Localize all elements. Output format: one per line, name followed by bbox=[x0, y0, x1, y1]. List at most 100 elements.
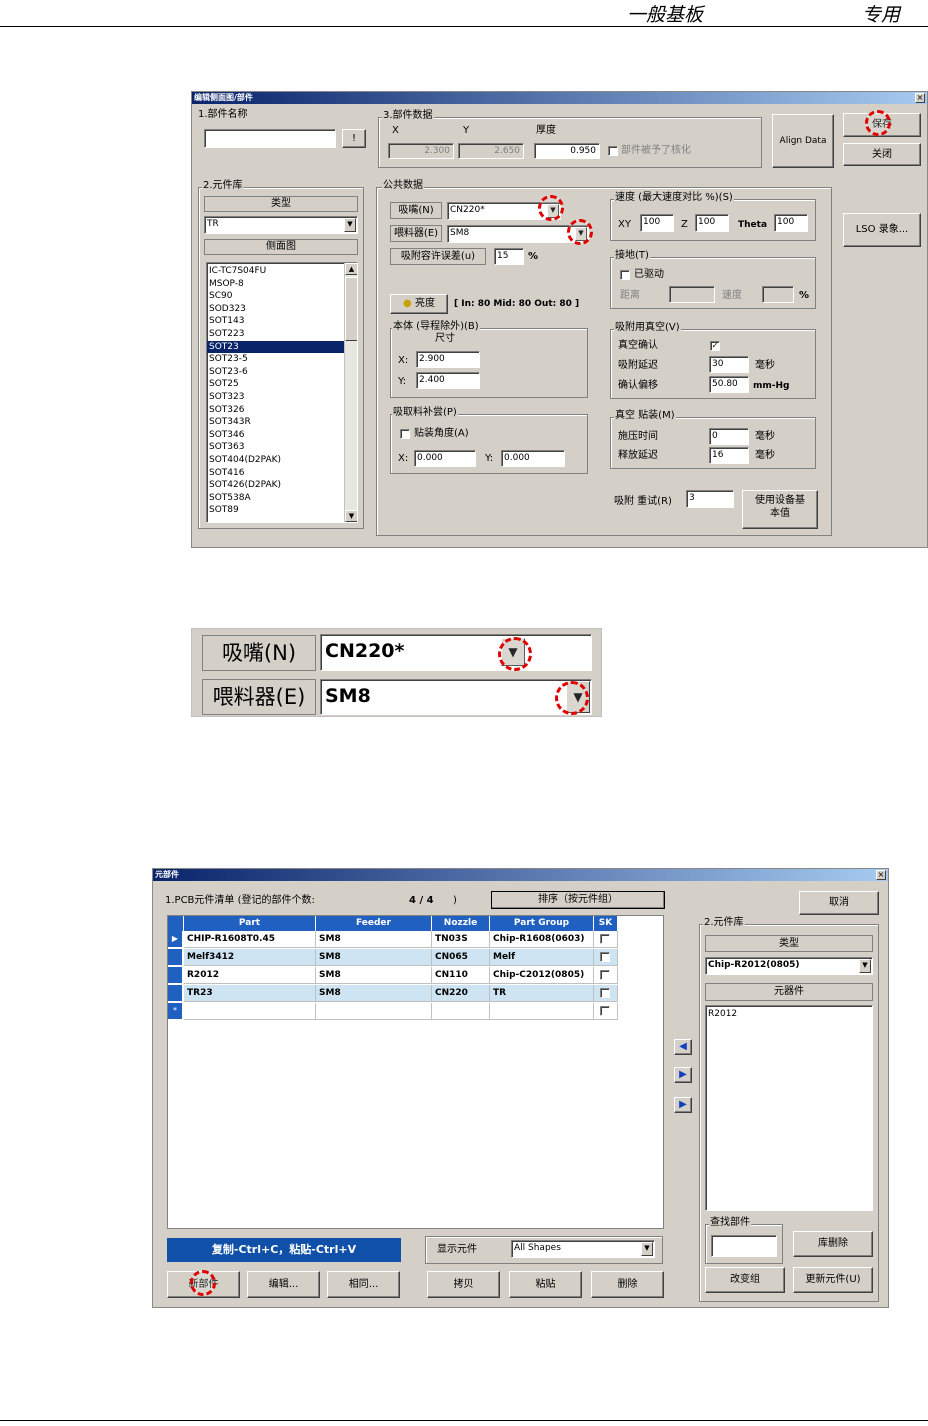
scroll-thumb[interactable] bbox=[345, 277, 357, 341]
angle-checkbox[interactable] bbox=[400, 429, 410, 439]
thickness-input[interactable]: 0.950 bbox=[534, 143, 600, 159]
light-button[interactable]: ● 亮度 bbox=[390, 294, 448, 314]
find-input[interactable] bbox=[711, 1235, 777, 1257]
edit-button[interactable]: 编辑... bbox=[247, 1271, 320, 1298]
col-part-group[interactable]: Part Group bbox=[490, 916, 594, 931]
chevron-down-icon[interactable]: ▼ bbox=[344, 218, 356, 232]
press-time-input[interactable]: 0 bbox=[709, 428, 749, 445]
table-cell[interactable]: TR bbox=[490, 985, 594, 1002]
table-cell[interactable] bbox=[184, 1003, 316, 1020]
table-row[interactable]: TR23 SM8 CN220 TR bbox=[168, 985, 618, 1002]
sk-cell[interactable] bbox=[594, 931, 618, 948]
table-cell[interactable]: SM8 bbox=[316, 967, 432, 984]
distance-input[interactable] bbox=[669, 286, 715, 303]
list-item[interactable]: SOT416 bbox=[207, 467, 357, 480]
table-cell[interactable]: R2012 bbox=[184, 967, 316, 984]
table-cell[interactable] bbox=[316, 1003, 432, 1020]
retry-input[interactable]: 3 bbox=[686, 490, 734, 508]
list-item[interactable]: SOT323 bbox=[207, 391, 357, 404]
table-cell[interactable]: TR23 bbox=[184, 985, 316, 1002]
part-name-button[interactable]: ! bbox=[342, 129, 366, 148]
change-group-button[interactable]: 改变组 bbox=[705, 1267, 785, 1293]
list-scrollbar[interactable]: ▲ ▼ bbox=[344, 263, 357, 522]
paste-button[interactable]: 粘贴 bbox=[509, 1271, 582, 1298]
speed-theta-input[interactable]: 100 bbox=[774, 214, 808, 232]
part-name-input[interactable] bbox=[204, 129, 336, 148]
table-row[interactable]: Melf3412 SM8 CN065 Melf bbox=[168, 949, 618, 966]
speed-z-input[interactable]: 100 bbox=[695, 214, 729, 232]
library-type-select[interactable]: TR ▼ bbox=[204, 216, 358, 234]
list-item[interactable]: SOT346 bbox=[207, 429, 357, 442]
arrow-right-icon[interactable]: ▶ bbox=[674, 1067, 692, 1083]
sk-checkbox[interactable] bbox=[600, 970, 610, 980]
col-feeder[interactable]: Feeder bbox=[316, 916, 432, 931]
table-cell[interactable]: SM8 bbox=[316, 931, 432, 948]
row-header[interactable]: * bbox=[168, 1003, 182, 1020]
list-item[interactable]: SOT363 bbox=[207, 441, 357, 454]
list-item[interactable]: SOT23-6 bbox=[207, 366, 357, 379]
list-item[interactable]: SOT23-5 bbox=[207, 353, 357, 366]
table-row[interactable]: * bbox=[168, 1003, 618, 1020]
cancel-button[interactable]: 取消 bbox=[799, 891, 879, 915]
scroll-up-icon[interactable]: ▲ bbox=[345, 263, 357, 275]
table-cell[interactable]: Melf3412 bbox=[184, 949, 316, 966]
chevron-down-icon[interactable]: ▼ bbox=[641, 1242, 653, 1256]
row-header[interactable] bbox=[168, 949, 182, 966]
list-item[interactable]: MSOP-8 bbox=[207, 278, 357, 291]
sk-checkbox[interactable] bbox=[600, 934, 610, 944]
vacuum-confirm-checkbox[interactable]: ✓ bbox=[710, 341, 720, 351]
zoom-nozzle-select[interactable]: CN220* bbox=[320, 634, 592, 671]
list-item[interactable]: SOT23 bbox=[207, 340, 357, 354]
table-row[interactable]: R2012 SM8 CN110 Chip-C2012(0805) bbox=[168, 967, 618, 984]
close-icon[interactable]: × bbox=[876, 870, 886, 880]
list-item[interactable]: SOT326 bbox=[207, 404, 357, 417]
list-item[interactable]: R2012 bbox=[706, 1008, 872, 1021]
list-item[interactable]: SOT538A bbox=[207, 492, 357, 505]
parts-type-select[interactable]: Chip-R2012(0805) ▼ bbox=[705, 957, 873, 975]
parts-grid[interactable]: Part Feeder Nozzle Part Group SK ▶ CHIP-R… bbox=[167, 915, 664, 1229]
table-cell[interactable] bbox=[490, 1003, 594, 1020]
list-item[interactable]: SOT89 bbox=[207, 504, 357, 517]
part-x-input[interactable]: 2.300 bbox=[388, 143, 454, 159]
sk-cell[interactable] bbox=[594, 1003, 618, 1020]
pickup-y-input[interactable]: 0.000 bbox=[501, 450, 565, 467]
col-nozzle[interactable]: Nozzle bbox=[432, 916, 490, 931]
chevron-down-icon[interactable]: ▼ bbox=[859, 959, 871, 973]
arrow-right-all-icon[interactable]: ▶ bbox=[674, 1097, 692, 1113]
release-delay-input[interactable]: 16 bbox=[709, 447, 749, 464]
list-item[interactable]: SOT426(D2PAK) bbox=[207, 479, 357, 492]
table-cell[interactable]: SM8 bbox=[316, 949, 432, 966]
row-header[interactable] bbox=[168, 967, 182, 984]
side-view-list[interactable]: IC-TC7S04FU MSOP-8 SC90 SOD323 SOT143 SOT223 S… bbox=[206, 262, 358, 523]
col-part[interactable]: Part bbox=[184, 916, 316, 931]
table-cell[interactable]: Melf bbox=[490, 949, 594, 966]
arrow-left-icon[interactable]: ◀ bbox=[674, 1039, 692, 1055]
col-sk[interactable]: SK bbox=[594, 916, 618, 931]
driven-checkbox[interactable] bbox=[620, 270, 630, 280]
table-cell[interactable]: Chip-C2012(0805) bbox=[490, 967, 594, 984]
sk-checkbox[interactable] bbox=[600, 988, 610, 998]
close-button[interactable]: 关闭 bbox=[843, 143, 921, 166]
lib-delete-button[interactable]: 库删除 bbox=[793, 1231, 873, 1257]
row-header[interactable] bbox=[168, 985, 182, 1002]
sort-button[interactable]: 排序（按元件组） bbox=[491, 891, 665, 909]
row-header[interactable]: ▶ bbox=[168, 931, 182, 948]
list-item[interactable]: SOT143 bbox=[207, 315, 357, 328]
sk-cell[interactable] bbox=[594, 967, 618, 984]
sk-checkbox[interactable] bbox=[600, 1006, 610, 1016]
vacuum-offset-input[interactable]: 50.80 bbox=[709, 376, 749, 393]
close-icon[interactable]: × bbox=[915, 93, 925, 103]
lso-record-button[interactable]: LSO 录象... bbox=[843, 213, 921, 247]
table-cell[interactable] bbox=[432, 1003, 490, 1020]
body-y-input[interactable]: 2.400 bbox=[416, 372, 480, 389]
list-item[interactable]: SOT404(D2PAK) bbox=[207, 454, 357, 467]
parts-list[interactable]: R2012 bbox=[705, 1005, 873, 1211]
list-item[interactable]: IC-TC7S04FU bbox=[207, 265, 357, 278]
list-item[interactable]: SOT25 bbox=[207, 378, 357, 391]
delete-button[interactable]: 删除 bbox=[591, 1271, 664, 1298]
list-item[interactable]: SOT343R bbox=[207, 416, 357, 429]
vacuum-delay-input[interactable]: 30 bbox=[709, 356, 749, 373]
ground-speed-input[interactable] bbox=[762, 286, 794, 303]
scroll-down-icon[interactable]: ▼ bbox=[345, 510, 357, 522]
sk-cell[interactable] bbox=[594, 985, 618, 1002]
